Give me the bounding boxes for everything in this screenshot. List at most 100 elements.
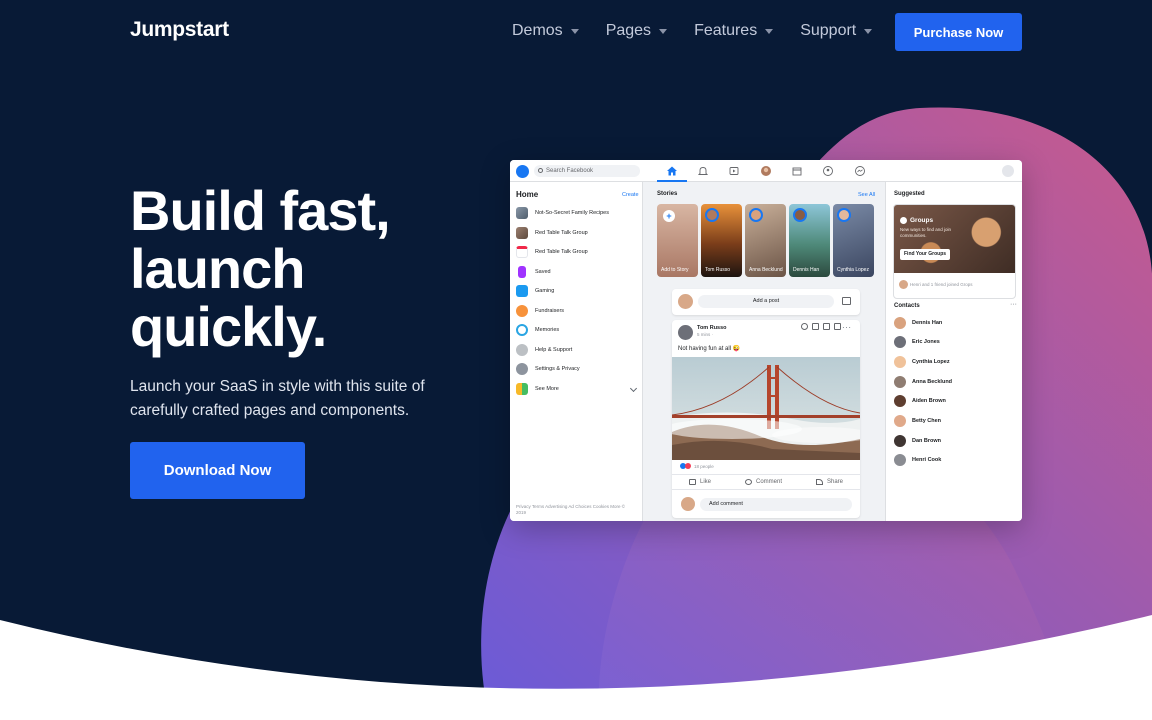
thumbs-up-icon bbox=[688, 479, 696, 485]
share-label: Share bbox=[826, 479, 843, 485]
story-name: Cynthia Lopez bbox=[837, 267, 869, 273]
nav-item-label: Support bbox=[800, 22, 857, 39]
caret-down-icon bbox=[765, 28, 774, 34]
groups-description: New ways to find and join communities. bbox=[900, 227, 952, 238]
see-more-icon bbox=[516, 383, 528, 395]
facebook-logo-icon bbox=[516, 165, 529, 178]
sticker-icon bbox=[834, 323, 841, 330]
like-label: Like bbox=[699, 479, 711, 485]
contact-name: Aiden Brown bbox=[912, 398, 946, 404]
more-options-icon: ··· bbox=[842, 323, 852, 332]
story-name: Tom Russo bbox=[705, 267, 731, 273]
group-photo-icon bbox=[516, 207, 528, 219]
post-photo-golden-gate bbox=[672, 357, 860, 460]
sidebar-item-label: Memories bbox=[535, 327, 560, 333]
sidebar-item: Gaming bbox=[516, 284, 638, 298]
hero-headline: Build fast, launch quickly. bbox=[130, 179, 391, 358]
caret-down-icon bbox=[659, 28, 668, 34]
story-card: Cynthia Lopez bbox=[833, 204, 874, 277]
stories-see-all: See All bbox=[858, 192, 876, 198]
contact-item: Anna Becklund bbox=[894, 375, 952, 389]
groups-suggestion-card: Groups New ways to find and join communi… bbox=[893, 204, 1016, 299]
left-create-link: Create bbox=[622, 192, 639, 198]
nav-item-pages[interactable]: Pages bbox=[605, 22, 668, 40]
avatar bbox=[894, 454, 906, 466]
avatar bbox=[678, 294, 693, 309]
post-author: Tom Russo bbox=[697, 325, 727, 331]
chevron-down-icon bbox=[629, 384, 638, 393]
nav-item-support[interactable]: Support bbox=[800, 22, 873, 40]
avatar bbox=[894, 435, 906, 447]
comment-icon bbox=[744, 479, 752, 485]
gear-icon bbox=[1002, 165, 1014, 177]
hero-section: Jumpstart Demos Pages Features Support P… bbox=[0, 0, 1152, 720]
hero-subheadline: Launch your SaaS in style with this suit… bbox=[130, 378, 425, 419]
sidebar-item: Saved bbox=[516, 265, 638, 279]
sidebar-item-label: Fundraisers bbox=[535, 308, 565, 314]
contact-name: Dan Brown bbox=[912, 438, 942, 444]
help-icon bbox=[516, 344, 528, 356]
sidebar-item-label: Red Table Talk Group bbox=[535, 249, 588, 255]
sidebar-item: Not-So-Secret Family Recipes bbox=[516, 206, 638, 220]
mockup-topbar: Search Facebook bbox=[510, 160, 1022, 182]
groups-icon bbox=[822, 165, 834, 177]
story-card: + Add to Story bbox=[657, 204, 698, 277]
mockup-search-placeholder: Search Facebook bbox=[546, 168, 594, 174]
more-options-icon: ··· bbox=[1010, 301, 1017, 308]
photo-icon bbox=[842, 297, 851, 305]
story-name: Add to Story bbox=[661, 267, 689, 273]
mockup-search-field: Search Facebook bbox=[534, 165, 640, 177]
avatar bbox=[681, 497, 695, 511]
gif-icon bbox=[823, 323, 830, 330]
search-icon bbox=[538, 168, 543, 173]
contact-item: Aiden Brown bbox=[894, 394, 946, 408]
sidebar-item: See More bbox=[516, 382, 638, 396]
avatar bbox=[894, 356, 906, 368]
top-navbar: Jumpstart Demos Pages Features Support P… bbox=[0, 0, 1152, 64]
comment-label: Comment bbox=[755, 479, 782, 485]
post-time: 5 mins · bbox=[697, 332, 714, 337]
story-avatar bbox=[705, 208, 719, 222]
nav-item-features[interactable]: Features bbox=[694, 22, 774, 40]
caret-down-icon bbox=[864, 28, 873, 34]
brand-logo[interactable]: Jumpstart bbox=[130, 18, 229, 42]
profile-avatar-icon bbox=[760, 165, 772, 177]
avatar bbox=[894, 317, 906, 329]
left-sidebar-footer: Privacy Terms Advertising Ad Choices Coo… bbox=[516, 504, 626, 515]
contact-name: Anna Becklund bbox=[912, 379, 953, 385]
fundraiser-icon bbox=[516, 305, 528, 317]
nav-menu: Demos Pages Features Support bbox=[512, 22, 899, 40]
sidebar-item-label: Not-So-Secret Family Recipes bbox=[535, 210, 609, 216]
purchase-now-button[interactable]: Purchase Now bbox=[895, 13, 1022, 51]
story-avatar bbox=[749, 208, 763, 222]
nav-item-label: Pages bbox=[605, 22, 652, 39]
bell-icon bbox=[697, 165, 709, 177]
watch-icon bbox=[728, 165, 740, 177]
settings-icon bbox=[516, 363, 528, 375]
nav-item-demos[interactable]: Demos bbox=[512, 22, 579, 40]
sidebar-item: Fundraisers bbox=[516, 304, 638, 318]
share-icon bbox=[815, 479, 823, 485]
mockup-right-sidebar: Suggested Groups New ways to find and jo… bbox=[885, 182, 1022, 521]
sidebar-item: Help & Support bbox=[516, 343, 638, 357]
reactions-summary: 18 people bbox=[680, 463, 714, 469]
sidebar-item-label: Saved bbox=[535, 269, 551, 275]
story-avatar bbox=[837, 208, 851, 222]
comment-action: Comment bbox=[744, 479, 782, 485]
find-groups-button: Find Your Groups bbox=[900, 249, 951, 260]
messenger-icon bbox=[854, 165, 866, 177]
stories-title: Stories bbox=[657, 191, 678, 197]
nav-item-label: Features bbox=[694, 22, 758, 39]
reactions-count: 18 people bbox=[694, 463, 714, 469]
contact-name: Dennis Han bbox=[912, 320, 943, 326]
sidebar-item-label: Red Table Talk Group bbox=[535, 230, 588, 236]
avatar bbox=[894, 395, 906, 407]
download-now-button[interactable]: Download Now bbox=[130, 442, 305, 499]
contact-item: Henri Cook bbox=[894, 453, 941, 467]
plus-icon: + bbox=[663, 210, 675, 222]
sidebar-item: Settings & Privacy bbox=[516, 362, 638, 376]
camera-icon bbox=[812, 323, 819, 330]
groups-cover-photo bbox=[894, 205, 1015, 273]
sidebar-item-label: Gaming bbox=[535, 288, 555, 294]
suggested-title: Suggested bbox=[894, 191, 925, 197]
